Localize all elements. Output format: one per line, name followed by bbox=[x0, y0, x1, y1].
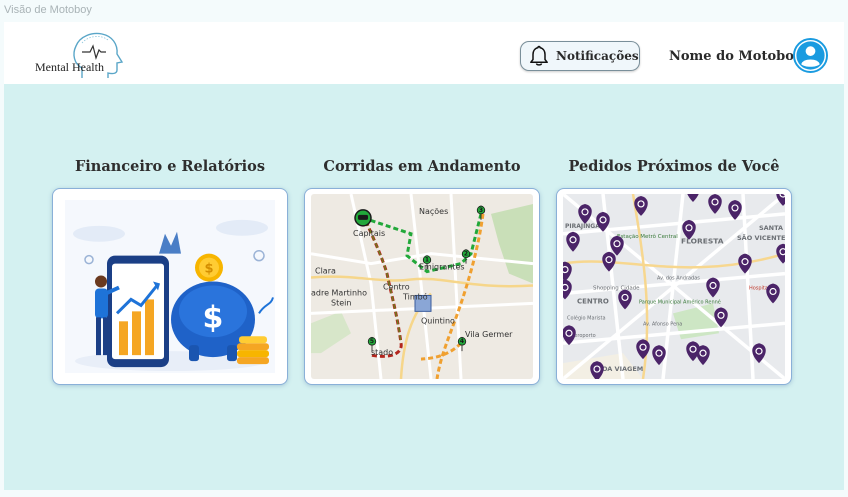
map-label: Estação Metrô Central bbox=[617, 233, 678, 240]
bell-icon bbox=[530, 45, 548, 66]
map-label: Nações bbox=[419, 207, 448, 216]
card-pedidos[interactable]: FLORESTA SANTA SÃO VICENTE CENTRO BOA VI… bbox=[556, 188, 792, 385]
app-logo[interactable]: Mental Health bbox=[32, 30, 132, 80]
notifications-button[interactable]: Notificações bbox=[520, 41, 640, 71]
map-label: Centro bbox=[383, 283, 410, 292]
notifications-label: Notificações bbox=[556, 49, 639, 63]
card-title-corridas: Corridas em Andamento bbox=[323, 158, 521, 175]
user-avatar-icon[interactable] bbox=[793, 38, 828, 73]
map-label: BOA VIAGEM bbox=[597, 365, 643, 373]
nearby-orders-map: FLORESTA SANTA SÃO VICENTE CENTRO BOA VI… bbox=[563, 194, 785, 379]
card-corridas[interactable]: Nações Capitais Clara Centro Emigrantes … bbox=[304, 188, 540, 385]
map-label: Emigrantes bbox=[419, 263, 465, 272]
map-label: stado bbox=[371, 348, 393, 357]
map-label: SÃO VICENTE bbox=[737, 233, 785, 242]
logo-text: Mental Health bbox=[35, 60, 104, 74]
map-label: Colégio Marista bbox=[567, 314, 606, 321]
map-label: Av. dos Andradas bbox=[657, 276, 700, 282]
map-label: Vila Germer bbox=[465, 330, 513, 339]
card-financeiro[interactable]: $ $ bbox=[52, 188, 288, 385]
top-header: Mental Health Notificações Nome do Motob… bbox=[4, 22, 844, 84]
map-label: Quintino bbox=[421, 316, 455, 325]
map-label: Timbó bbox=[402, 291, 428, 301]
ride-marker: 2 bbox=[464, 251, 468, 258]
map-label: Parque Municipal Américo Renné bbox=[639, 298, 721, 305]
map-label: Shopping Cidade bbox=[593, 285, 640, 291]
map-label: Av. Afonso Pena bbox=[643, 321, 682, 327]
card-title-financeiro: Financeiro e Relatórios bbox=[74, 158, 265, 175]
map-label: adre Martinho bbox=[311, 288, 367, 297]
svg-text:$: $ bbox=[203, 300, 224, 335]
finance-illustration: $ $ bbox=[59, 194, 281, 379]
map-label: PIRAJINGA bbox=[565, 223, 600, 230]
card-title-pedidos: Pedidos Próximos de Você bbox=[568, 158, 780, 175]
ride-marker: 3 bbox=[479, 207, 483, 214]
map-label: CENTRO bbox=[577, 297, 609, 305]
map-label: Stein bbox=[331, 298, 351, 307]
map-label: Clara bbox=[315, 267, 336, 276]
map-label: SANTA bbox=[759, 224, 783, 232]
svg-text:$: $ bbox=[204, 262, 213, 277]
ride-marker: 4 bbox=[460, 338, 464, 345]
user-name[interactable]: Nome do Motoboy bbox=[669, 49, 801, 64]
ride-marker: 5 bbox=[370, 338, 374, 345]
map-label: FLORESTA bbox=[681, 237, 724, 246]
ride-marker: 1 bbox=[425, 257, 429, 264]
map-label: Capitais bbox=[353, 229, 385, 238]
main-content: Financeiro e Relatórios $ $ Corridas em … bbox=[4, 84, 844, 490]
rides-map: Nações Capitais Clara Centro Emigrantes … bbox=[311, 194, 533, 379]
window-title: Visão de Motoboy bbox=[4, 4, 92, 16]
